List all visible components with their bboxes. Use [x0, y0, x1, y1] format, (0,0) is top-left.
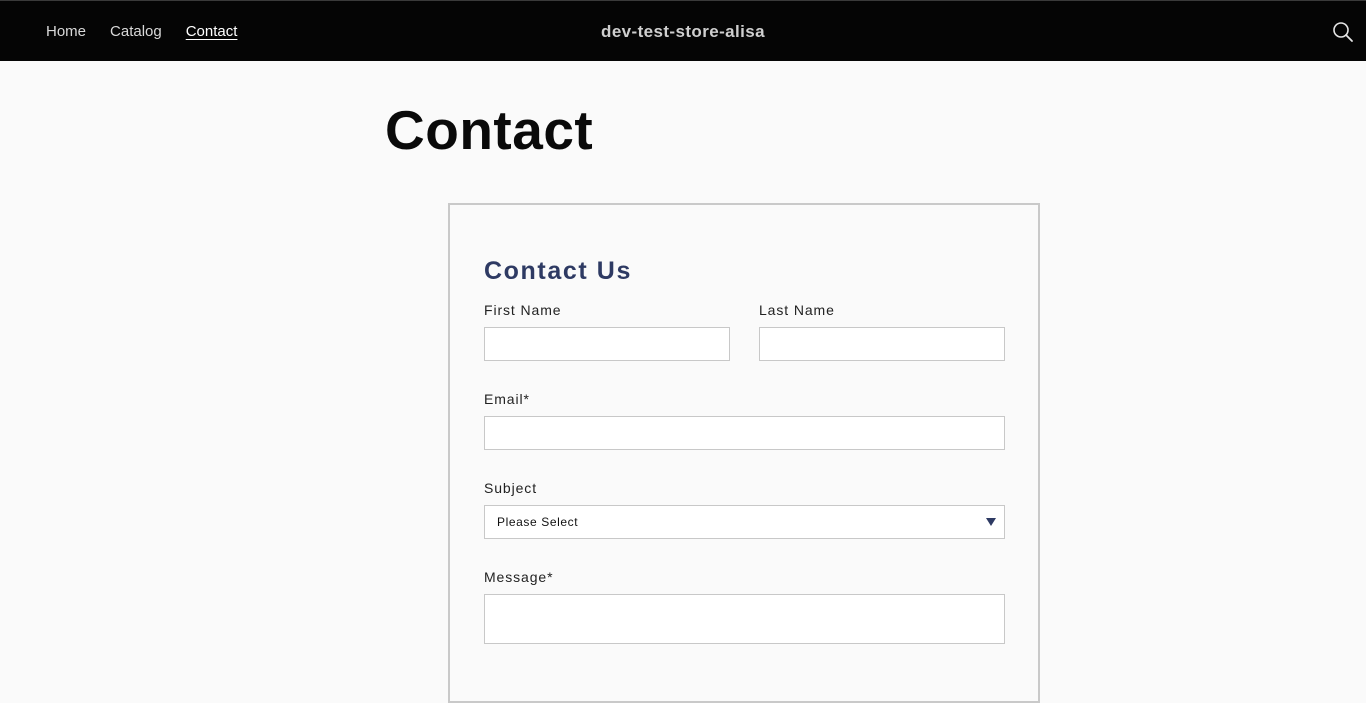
- store-name[interactable]: dev-test-store-alisa: [0, 22, 1366, 42]
- email-field[interactable]: [484, 416, 1005, 450]
- contact-form-card: Contact Us First Name Last Name Email* S…: [448, 203, 1040, 703]
- top-navigation-bar: Home Catalog Contact dev-test-store-alis…: [0, 0, 1366, 61]
- page-title: Contact: [385, 99, 594, 161]
- subject-label: Subject: [484, 480, 537, 496]
- message-field[interactable]: [484, 594, 1005, 644]
- message-label: Message*: [484, 569, 554, 585]
- last-name-label: Last Name: [759, 302, 835, 318]
- subject-select[interactable]: Please Select: [484, 505, 1005, 539]
- search-button[interactable]: [1331, 20, 1355, 44]
- last-name-field[interactable]: [759, 327, 1005, 361]
- first-name-label: First Name: [484, 302, 562, 318]
- subject-selected-value: Please Select: [497, 515, 579, 529]
- form-title: Contact Us: [484, 257, 632, 285]
- first-name-field[interactable]: [484, 327, 730, 361]
- dropdown-arrow-icon: [986, 518, 996, 526]
- email-label: Email*: [484, 391, 530, 407]
- search-icon: [1333, 22, 1353, 42]
